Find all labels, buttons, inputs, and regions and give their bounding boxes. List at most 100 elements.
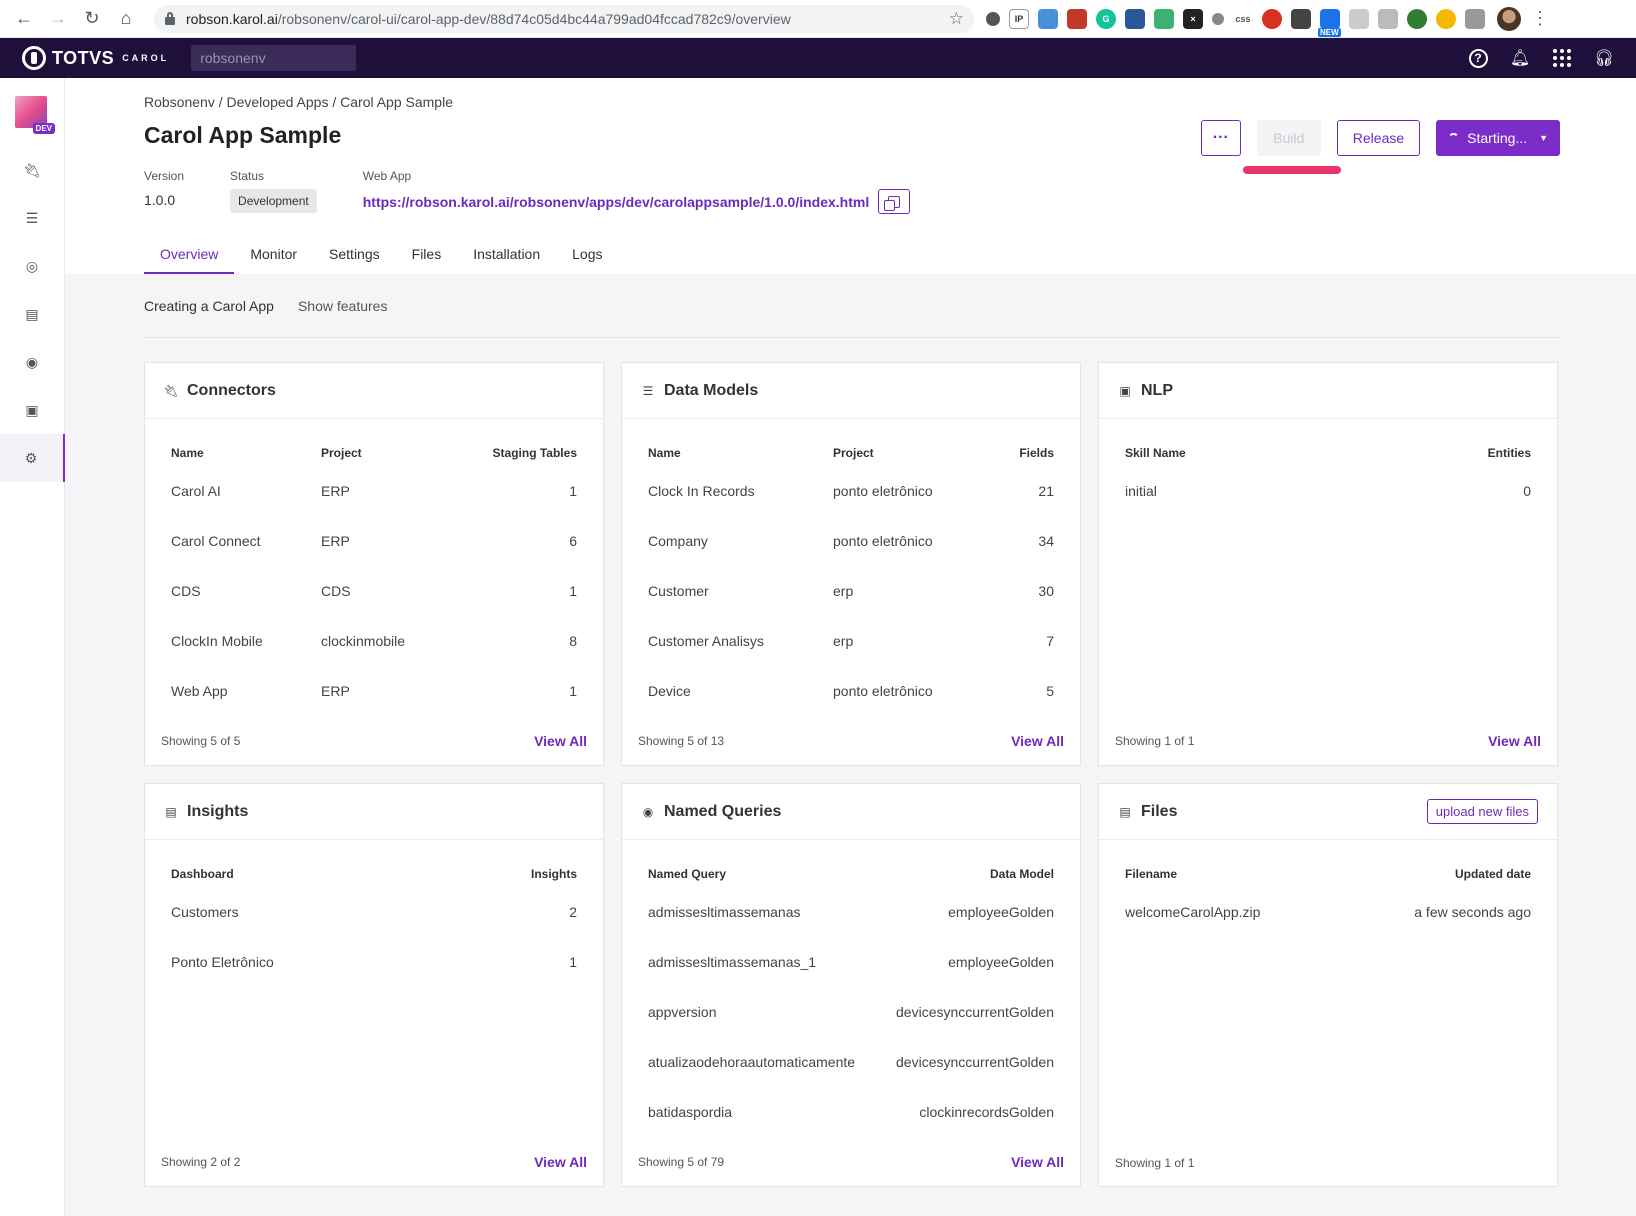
chip-icon: ▣ <box>1119 383 1131 398</box>
reader-extension-icon[interactable] <box>1291 8 1311 29</box>
tab-settings[interactable]: Settings <box>313 246 396 274</box>
breadcrumb-item-tenant[interactable]: Robsonenv <box>144 94 215 110</box>
tenant-search-input[interactable] <box>191 45 357 71</box>
column-header: Name <box>171 445 204 460</box>
tab-files[interactable]: Files <box>396 246 458 274</box>
view-all-link[interactable]: View All <box>534 1154 587 1170</box>
release-button[interactable]: Release <box>1336 120 1421 156</box>
column-header: Project <box>833 445 874 460</box>
table-row[interactable]: batidaspordia clockinrecordsGolden <box>648 1087 1054 1137</box>
subnav-show-features[interactable]: Show features <box>298 298 388 314</box>
copy-url-button[interactable] <box>878 189 911 214</box>
sidebar-item-apps[interactable]: ⚙ <box>0 434 65 482</box>
chart-icon: ▤ <box>1119 804 1131 819</box>
cell-name: Carol AI <box>171 483 221 499</box>
breadcrumb-item-developed-apps[interactable]: Developed Apps <box>227 94 329 110</box>
upload-files-button[interactable]: upload new files <box>1426 799 1538 824</box>
tab-logs[interactable]: Logs <box>556 246 618 274</box>
table-row[interactable]: Company ponto eletrônico 34 <box>648 516 1054 566</box>
table-row[interactable]: admissesltimassemanas_1 employeeGolden <box>648 937 1054 987</box>
tab-installation[interactable]: Installation <box>457 246 556 274</box>
sidebar-item-insights[interactable]: ▤ <box>0 290 65 338</box>
table-row[interactable]: atualizaodehoraautomaticamente devicesync… <box>648 1037 1054 1087</box>
view-all-link[interactable]: View All <box>1011 1154 1064 1170</box>
table-row[interactable]: CDS CDS 1 <box>171 566 577 616</box>
logo-text: TOTVS <box>52 47 115 68</box>
app-environment-avatar[interactable]: DEV <box>15 96 55 134</box>
cell-filename: welcomeCarolApp.zip <box>1125 904 1261 920</box>
build-button[interactable]: Build <box>1242 120 1341 174</box>
new-extension-icon[interactable]: NEW <box>1318 8 1341 37</box>
database-icon: ☰ <box>25 209 39 226</box>
table-row[interactable]: ClockIn Mobile clockinmobile 8 <box>171 616 577 666</box>
view-all-link[interactable]: View All <box>534 733 587 749</box>
sidebar-item-data-models[interactable]: ☰ <box>0 194 65 242</box>
recycle-extension-icon[interactable] <box>1407 8 1427 29</box>
cell-project: ERP <box>321 483 350 499</box>
card-table: Dashboard Insights Customers 2 Ponto Elet… <box>145 840 603 987</box>
table-row[interactable]: Clock In Records ponto eletrônico 21 <box>648 466 1054 516</box>
css-extension-icon[interactable]: css <box>1233 9 1253 29</box>
view-all-link[interactable]: View All <box>1488 733 1541 749</box>
apps-grid-icon[interactable] <box>1552 48 1572 68</box>
extension-icon[interactable] <box>986 11 1000 26</box>
profile-avatar[interactable] <box>1497 6 1521 31</box>
table-header: Name Project Staging Tables <box>171 439 577 466</box>
address-bar[interactable]: robson.karol.ai/robsonenv/carol-ui/carol… <box>154 4 974 33</box>
reload-icon[interactable]: ↻ <box>78 5 106 33</box>
webapp-link[interactable]: https://robson.karol.ai/robsonenv/apps/d… <box>363 194 869 210</box>
table-row[interactable]: Customer erp 30 <box>648 566 1054 616</box>
totvs-carol-logo[interactable]: TOTVS CAROL <box>22 46 169 70</box>
home-icon[interactable]: ⌂ <box>112 5 140 33</box>
calendar-extension-icon[interactable] <box>1349 8 1369 29</box>
view-all-link[interactable]: View All <box>1011 733 1064 749</box>
blocker-extension-icon[interactable] <box>1262 8 1282 29</box>
table-row[interactable]: appversion devicesynccurrentGolden <box>648 987 1054 1037</box>
header-actions: ··· Build Release Starting... ▼ <box>1200 120 1560 174</box>
sheet-extension-icon[interactable] <box>1154 8 1174 29</box>
bell-icon[interactable]: 🔔︎ <box>1510 48 1530 68</box>
tab-overview[interactable]: Overview <box>144 246 235 274</box>
table-row[interactable]: Device ponto eletrônico 5 <box>648 666 1054 716</box>
bookmark-star-icon[interactable]: ☆ <box>949 9 964 29</box>
sidebar-item-explore[interactable]: ◎ <box>0 242 65 290</box>
table-row[interactable]: initial 0 <box>1125 466 1531 516</box>
headset-icon[interactable]: 🎧︎ <box>1594 48 1614 68</box>
forward-icon[interactable]: → <box>44 5 72 33</box>
table-row[interactable]: Customers 2 <box>171 887 577 937</box>
column-header: Name <box>648 445 681 460</box>
table-row[interactable]: Carol AI ERP 1 <box>171 466 577 516</box>
table-row[interactable]: welcomeCarolApp.zip a few seconds ago <box>1125 887 1531 937</box>
back-icon[interactable]: ← <box>10 5 38 33</box>
table-row[interactable]: admissesltimassemanas employeeGolden <box>648 887 1054 937</box>
translate-extension-icon[interactable] <box>1378 8 1398 29</box>
card-header: ☰ Data Models <box>622 363 1080 419</box>
card-header: 🔌︎ Connectors <box>145 363 603 419</box>
subnav-creating-app[interactable]: Creating a Carol App <box>144 298 274 314</box>
sidebar-item-nlp[interactable]: ▣ <box>0 386 65 434</box>
table-row[interactable]: Ponto Eletrônico 1 <box>171 937 577 987</box>
logo-mark-icon <box>22 46 46 70</box>
dot-extension-icon[interactable] <box>1212 12 1224 25</box>
table-row[interactable]: Carol Connect ERP 6 <box>171 516 577 566</box>
cell-name: Clock In Records <box>648 483 755 499</box>
sidebar-item-connectors[interactable]: 🔌︎ <box>0 146 65 194</box>
table-row[interactable]: Web App ERP 1 <box>171 666 577 716</box>
more-actions-button[interactable]: ··· <box>1200 120 1241 156</box>
puzzle-extension-icon[interactable] <box>1125 8 1145 29</box>
x-extension-icon[interactable]: × <box>1183 8 1203 29</box>
sidebar-item-queries[interactable]: ◉ <box>0 338 65 386</box>
starting-label: Starting... <box>1467 130 1528 146</box>
image-extension-icon[interactable] <box>1038 8 1058 29</box>
browser-menu-icon[interactable]: ⋮ <box>1531 8 1549 29</box>
moon-extension-icon[interactable] <box>1436 8 1456 29</box>
tab-bar: Overview Monitor Settings Files Installa… <box>144 246 619 274</box>
table-row[interactable]: Customer Analisys erp 7 <box>648 616 1054 666</box>
ip-extension-icon[interactable]: IP <box>1009 8 1029 29</box>
help-icon[interactable]: ? <box>1468 48 1488 68</box>
starting-button[interactable]: Starting... ▼ <box>1436 120 1560 156</box>
tab-monitor[interactable]: Monitor <box>234 246 313 274</box>
grammarly-icon[interactable]: G <box>1096 8 1116 29</box>
camera-extension-icon[interactable] <box>1465 8 1485 29</box>
grid-extension-icon[interactable] <box>1067 8 1087 29</box>
